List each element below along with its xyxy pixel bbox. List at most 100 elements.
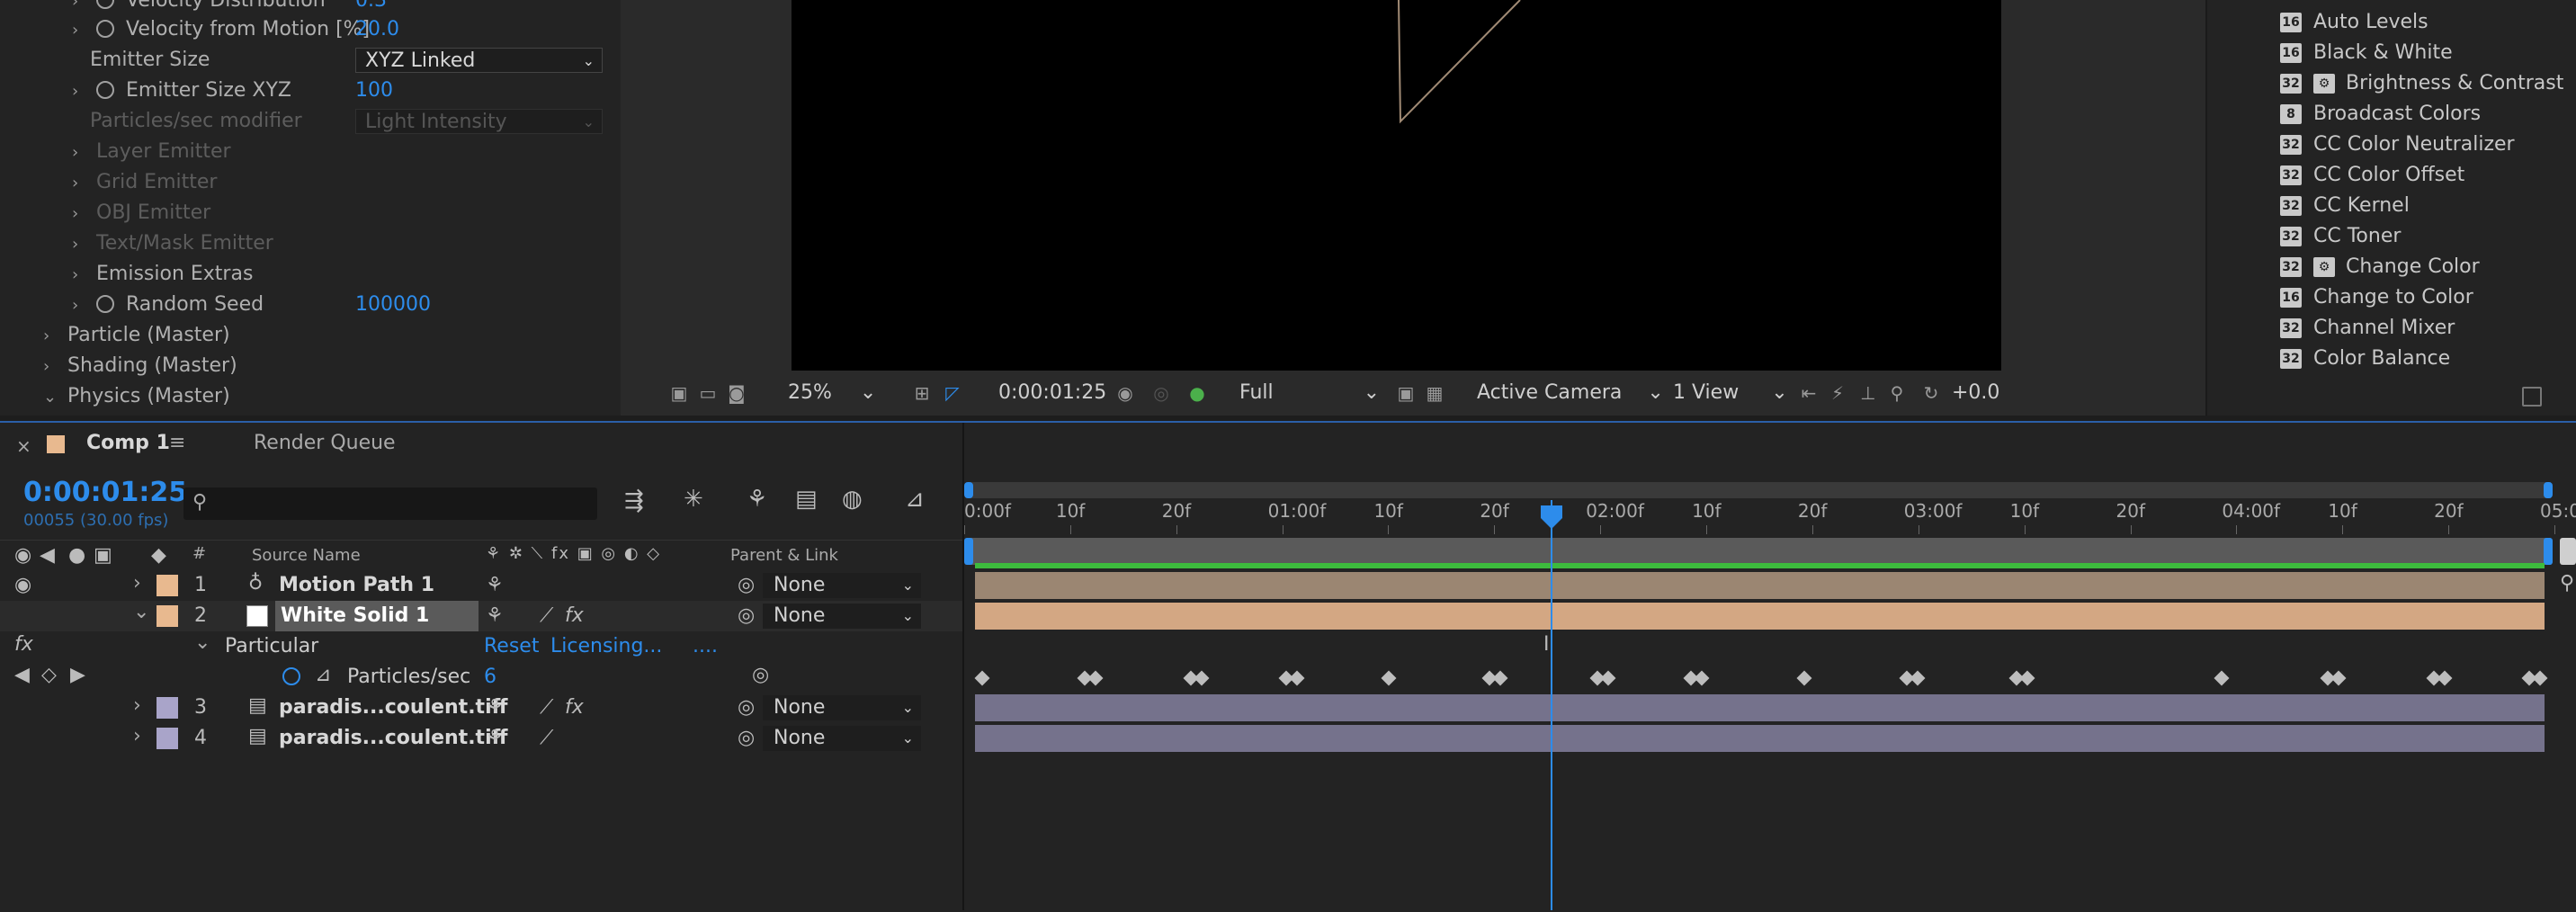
pick-whip-icon[interactable]: ◎	[738, 574, 755, 596]
layer-search-input[interactable]: ⚲	[183, 487, 597, 520]
parent-dropdown[interactable]: None ⌄	[763, 573, 921, 598]
layer-row-4[interactable]: › 4 ▤ paradis...coulent.tiff ⚘ ⟋ ◎ None ⌄	[0, 723, 962, 754]
property-value[interactable]: 6	[484, 666, 496, 688]
effect-list-item[interactable]: Auto Levels	[2313, 7, 2428, 38]
chevron-right-icon[interactable]: ›	[72, 138, 85, 168]
chevron-right-icon[interactable]: ›	[72, 229, 85, 260]
ec-group-layer-emitter[interactable]: › Layer Emitter	[72, 137, 231, 167]
current-time-display[interactable]: 0:00:01:25	[23, 477, 187, 508]
ec-group-particle-master[interactable]: › Particle (Master)	[43, 320, 230, 351]
camera-icon[interactable]: ◉	[1114, 383, 1137, 403]
column-parent-link[interactable]: Parent & Link	[730, 546, 838, 565]
views-dropdown[interactable]: 1 View ⌄	[1673, 381, 1788, 405]
viewer-timecode[interactable]: 0:00:01:25	[998, 381, 1106, 405]
composition-mini-flowchart-icon[interactable]: ⇶	[624, 487, 644, 514]
effect-reset-link[interactable]: Reset	[484, 635, 539, 657]
shy-switch-icon[interactable]: ⚘	[486, 574, 504, 596]
quality-switch-icon[interactable]: ⟋	[540, 727, 553, 749]
chevron-down-icon[interactable]: ⌄	[133, 601, 149, 623]
next-keyframe-icon[interactable]: ▶	[70, 664, 85, 686]
effect-list-item[interactable]: CC Toner	[2313, 221, 2401, 252]
layer-label-color[interactable]	[157, 575, 178, 596]
shy-switch-icon[interactable]: ⚘	[486, 696, 504, 719]
resolution-dropdown[interactable]: Full ⌄	[1239, 381, 1380, 405]
timeline-icon[interactable]: ⊥	[1856, 383, 1880, 403]
chevron-right-icon[interactable]: ›	[72, 260, 85, 291]
effect-list-item[interactable]: Broadcast Colors	[2313, 99, 2481, 130]
shy-switch-icon[interactable]: ⚘	[486, 727, 504, 749]
layer-name[interactable]: paradis...coulent.tiff	[279, 696, 507, 719]
effect-list-item[interactable]: Change Color	[2346, 252, 2480, 282]
ec-group-obj-emitter[interactable]: › OBJ Emitter	[72, 198, 210, 228]
work-area-end[interactable]	[2544, 538, 2553, 565]
comp-marker-bin[interactable]	[2560, 538, 2576, 565]
camera-dropdown[interactable]: Active Camera ⌄	[1477, 381, 1664, 405]
parent-dropdown[interactable]: None ⌄	[763, 695, 921, 720]
layer-bar-2[interactable]	[975, 603, 2545, 630]
pick-whip-icon[interactable]: ◎	[738, 696, 755, 719]
ec-row-emitter-size-xyz[interactable]: › Emitter Size XYZ 100	[72, 76, 393, 107]
layer-row-2[interactable]: ⌄ 2 White Solid 1 ⚘ ⟋ fx ◎ None ⌄	[0, 601, 962, 631]
region-of-interest-icon[interactable]: ▣	[1394, 383, 1418, 403]
layer-name[interactable]: paradis...coulent.tiff	[279, 727, 507, 749]
add-keyframe-icon[interactable]: ◇	[41, 664, 57, 686]
ec-group-emission-extras[interactable]: › Emission Extras	[72, 259, 253, 290]
ec-group-text-mask-emitter[interactable]: › Text/Mask Emitter	[72, 228, 273, 259]
effect-list-item[interactable]: CC Color Offset	[2313, 160, 2464, 191]
draft-3d-icon[interactable]: ✳	[684, 486, 703, 513]
chevron-right-icon[interactable]: ›	[72, 76, 85, 107]
motion-blur-icon[interactable]: ◍	[842, 486, 863, 513]
layer-label-color[interactable]	[157, 697, 178, 719]
tab-render-queue[interactable]: Render Queue	[254, 432, 396, 454]
label-tag-icon[interactable]: ◆	[151, 544, 166, 567]
effect-list-item[interactable]: Brightness & Contrast	[2346, 68, 2563, 99]
parent-dropdown[interactable]: None ⌄	[763, 726, 921, 751]
pick-whip-icon[interactable]: ◎	[752, 664, 769, 686]
ec-group-shading-master[interactable]: › Shading (Master)	[43, 351, 237, 381]
effect-more-link[interactable]: ....	[693, 635, 718, 657]
layer-row-3[interactable]: › 3 ▤ paradis...coulent.tiff ⚘ ⟋ fx ◎ No…	[0, 693, 962, 723]
shy-switch-icon[interactable]: ⚘	[486, 604, 504, 627]
audio-icon[interactable]: ◀	[40, 544, 55, 567]
chevron-right-icon[interactable]: ›	[72, 199, 85, 229]
stopwatch-icon[interactable]	[282, 667, 300, 685]
layer-bar-1[interactable]	[975, 572, 2545, 599]
effect-list-item[interactable]: Change to Color	[2313, 282, 2473, 313]
playhead-line[interactable]	[1551, 500, 1552, 910]
effect-list-item[interactable]: Color Balance	[2313, 344, 2450, 374]
color-channels-icon[interactable]: ●	[1185, 383, 1209, 403]
chevron-right-icon[interactable]: ›	[133, 694, 141, 717]
solo-icon[interactable]: ●	[68, 544, 85, 567]
chevron-down-icon[interactable]: ⌄	[43, 382, 57, 413]
chevron-right-icon[interactable]: ›	[72, 15, 85, 46]
ec-group-grid-emitter[interactable]: › Grid Emitter	[72, 167, 217, 198]
property-row-particles-sec[interactable]: ◀ ◇ ▶ ⊿ Particles/sec 6 ◎	[0, 662, 962, 693]
eye-icon[interactable]: ◉	[14, 544, 31, 567]
ec-group-physics-master[interactable]: ⌄ Physics (Master)	[43, 381, 230, 412]
effect-switch-icon[interactable]: fx	[565, 604, 584, 627]
parent-dropdown[interactable]: None ⌄	[763, 604, 921, 629]
quality-switch-icon[interactable]: ⟋	[540, 604, 553, 627]
chevron-right-icon[interactable]: ›	[133, 725, 141, 747]
always-preview-icon[interactable]: ▣	[667, 383, 691, 403]
effect-list-item[interactable]: Black & White	[2313, 38, 2453, 68]
layer-name[interactable]: White Solid 1	[275, 601, 479, 631]
effect-list-item[interactable]: Channel Mixer	[2313, 313, 2455, 344]
chevron-right-icon[interactable]: ›	[43, 352, 56, 382]
visibility-eye-icon[interactable]: ◉	[14, 574, 31, 596]
pick-whip-icon[interactable]: ◎	[738, 604, 755, 627]
frame-blending-icon[interactable]: ▤	[795, 486, 818, 513]
effect-licensing-link[interactable]: Licensing...	[550, 635, 662, 657]
tab-menu-icon[interactable]: ≡	[169, 432, 185, 454]
time-navigator[interactable]	[968, 482, 2551, 498]
property-value[interactable]: 100	[355, 76, 393, 106]
grid-icon[interactable]: ⊞	[910, 383, 934, 403]
toggle-pixel-aspect-icon[interactable]: ⇤	[1797, 383, 1820, 403]
navigator-start-handle[interactable]	[964, 482, 973, 498]
prev-keyframe-icon[interactable]: ◀	[14, 664, 30, 686]
snapshot-icon[interactable]: ◎	[1149, 383, 1173, 403]
new-folder-icon[interactable]	[2522, 387, 2542, 407]
effect-list-item[interactable]: CC Color Neutralizer	[2313, 130, 2515, 160]
effect-name[interactable]: Particular	[225, 635, 318, 657]
layer-bar-4[interactable]	[975, 725, 2545, 752]
